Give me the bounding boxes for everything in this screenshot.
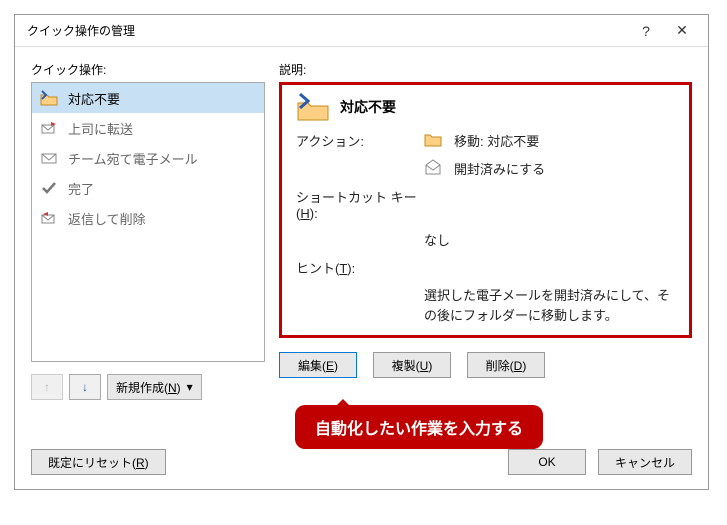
- close-button[interactable]: ✕: [664, 17, 700, 45]
- chevron-down-icon: ▾: [187, 380, 193, 394]
- shortcut-label: ショートカット キー(H):: [296, 187, 424, 221]
- forward-icon: [40, 119, 58, 137]
- shortcut-value: なし: [394, 230, 675, 249]
- delete-button[interactable]: 削除(D): [467, 352, 545, 378]
- folder-arrow-icon: [40, 89, 58, 107]
- manage-quick-steps-dialog: クイック操作の管理 ? ✕ クイック操作: 対応不要 上司に転送: [14, 14, 709, 490]
- list-item-label: 上司に転送: [68, 119, 133, 138]
- description-panel: 対応不要 アクション: 移動: 対応不要 開封済みにする ショートカット キー(…: [279, 82, 692, 338]
- action-value: 開封済みにする: [454, 159, 675, 178]
- quick-steps-list[interactable]: 対応不要 上司に転送 チーム宛て電子メール: [31, 82, 265, 362]
- folder-icon: [424, 131, 454, 147]
- mail-icon: [40, 149, 58, 167]
- new-button[interactable]: 新規作成(N) ▾: [107, 374, 202, 400]
- list-item[interactable]: 対応不要: [32, 83, 264, 113]
- cancel-button[interactable]: キャンセル: [598, 449, 692, 475]
- move-up-button[interactable]: ↑: [31, 374, 63, 400]
- list-item-label: 完了: [68, 179, 94, 198]
- list-item-label: チーム宛て電子メール: [68, 149, 198, 168]
- reply-delete-icon: [40, 209, 58, 227]
- move-down-button[interactable]: ↓: [69, 374, 101, 400]
- detail-title: 対応不要: [340, 97, 396, 117]
- list-item[interactable]: 完了: [32, 173, 264, 203]
- titlebar: クイック操作の管理 ? ✕: [15, 15, 708, 47]
- new-button-label: 新規作成(N): [116, 379, 181, 396]
- ok-button[interactable]: OK: [508, 449, 586, 475]
- dialog-title: クイック操作の管理: [27, 22, 628, 39]
- help-button[interactable]: ?: [628, 17, 664, 45]
- list-item[interactable]: 返信して削除: [32, 203, 264, 233]
- description-label: 説明:: [279, 61, 692, 78]
- hint-value: 選択した電子メールを開封済みにして、その後にフォルダーに移動します。: [394, 286, 675, 325]
- check-icon: [40, 179, 58, 197]
- reset-defaults-button[interactable]: 既定にリセット(R): [31, 449, 166, 475]
- list-item[interactable]: チーム宛て電子メール: [32, 143, 264, 173]
- duplicate-button[interactable]: 複製(U): [373, 352, 451, 378]
- quick-steps-label: クイック操作:: [31, 61, 265, 78]
- action-value: 移動: 対応不要: [454, 131, 675, 150]
- edit-button[interactable]: 編集(E): [279, 352, 357, 378]
- annotation-callout: 自動化したい作業を入力する: [295, 405, 543, 449]
- list-item[interactable]: 上司に転送: [32, 113, 264, 143]
- list-item-label: 対応不要: [68, 89, 120, 108]
- list-item-label: 返信して削除: [68, 209, 146, 228]
- hint-label: ヒント(T):: [296, 258, 424, 277]
- callout-text: 自動化したい作業を入力する: [295, 405, 543, 449]
- mail-open-icon: [424, 159, 454, 175]
- action-label: アクション:: [296, 131, 424, 150]
- folder-arrow-icon: [296, 93, 330, 121]
